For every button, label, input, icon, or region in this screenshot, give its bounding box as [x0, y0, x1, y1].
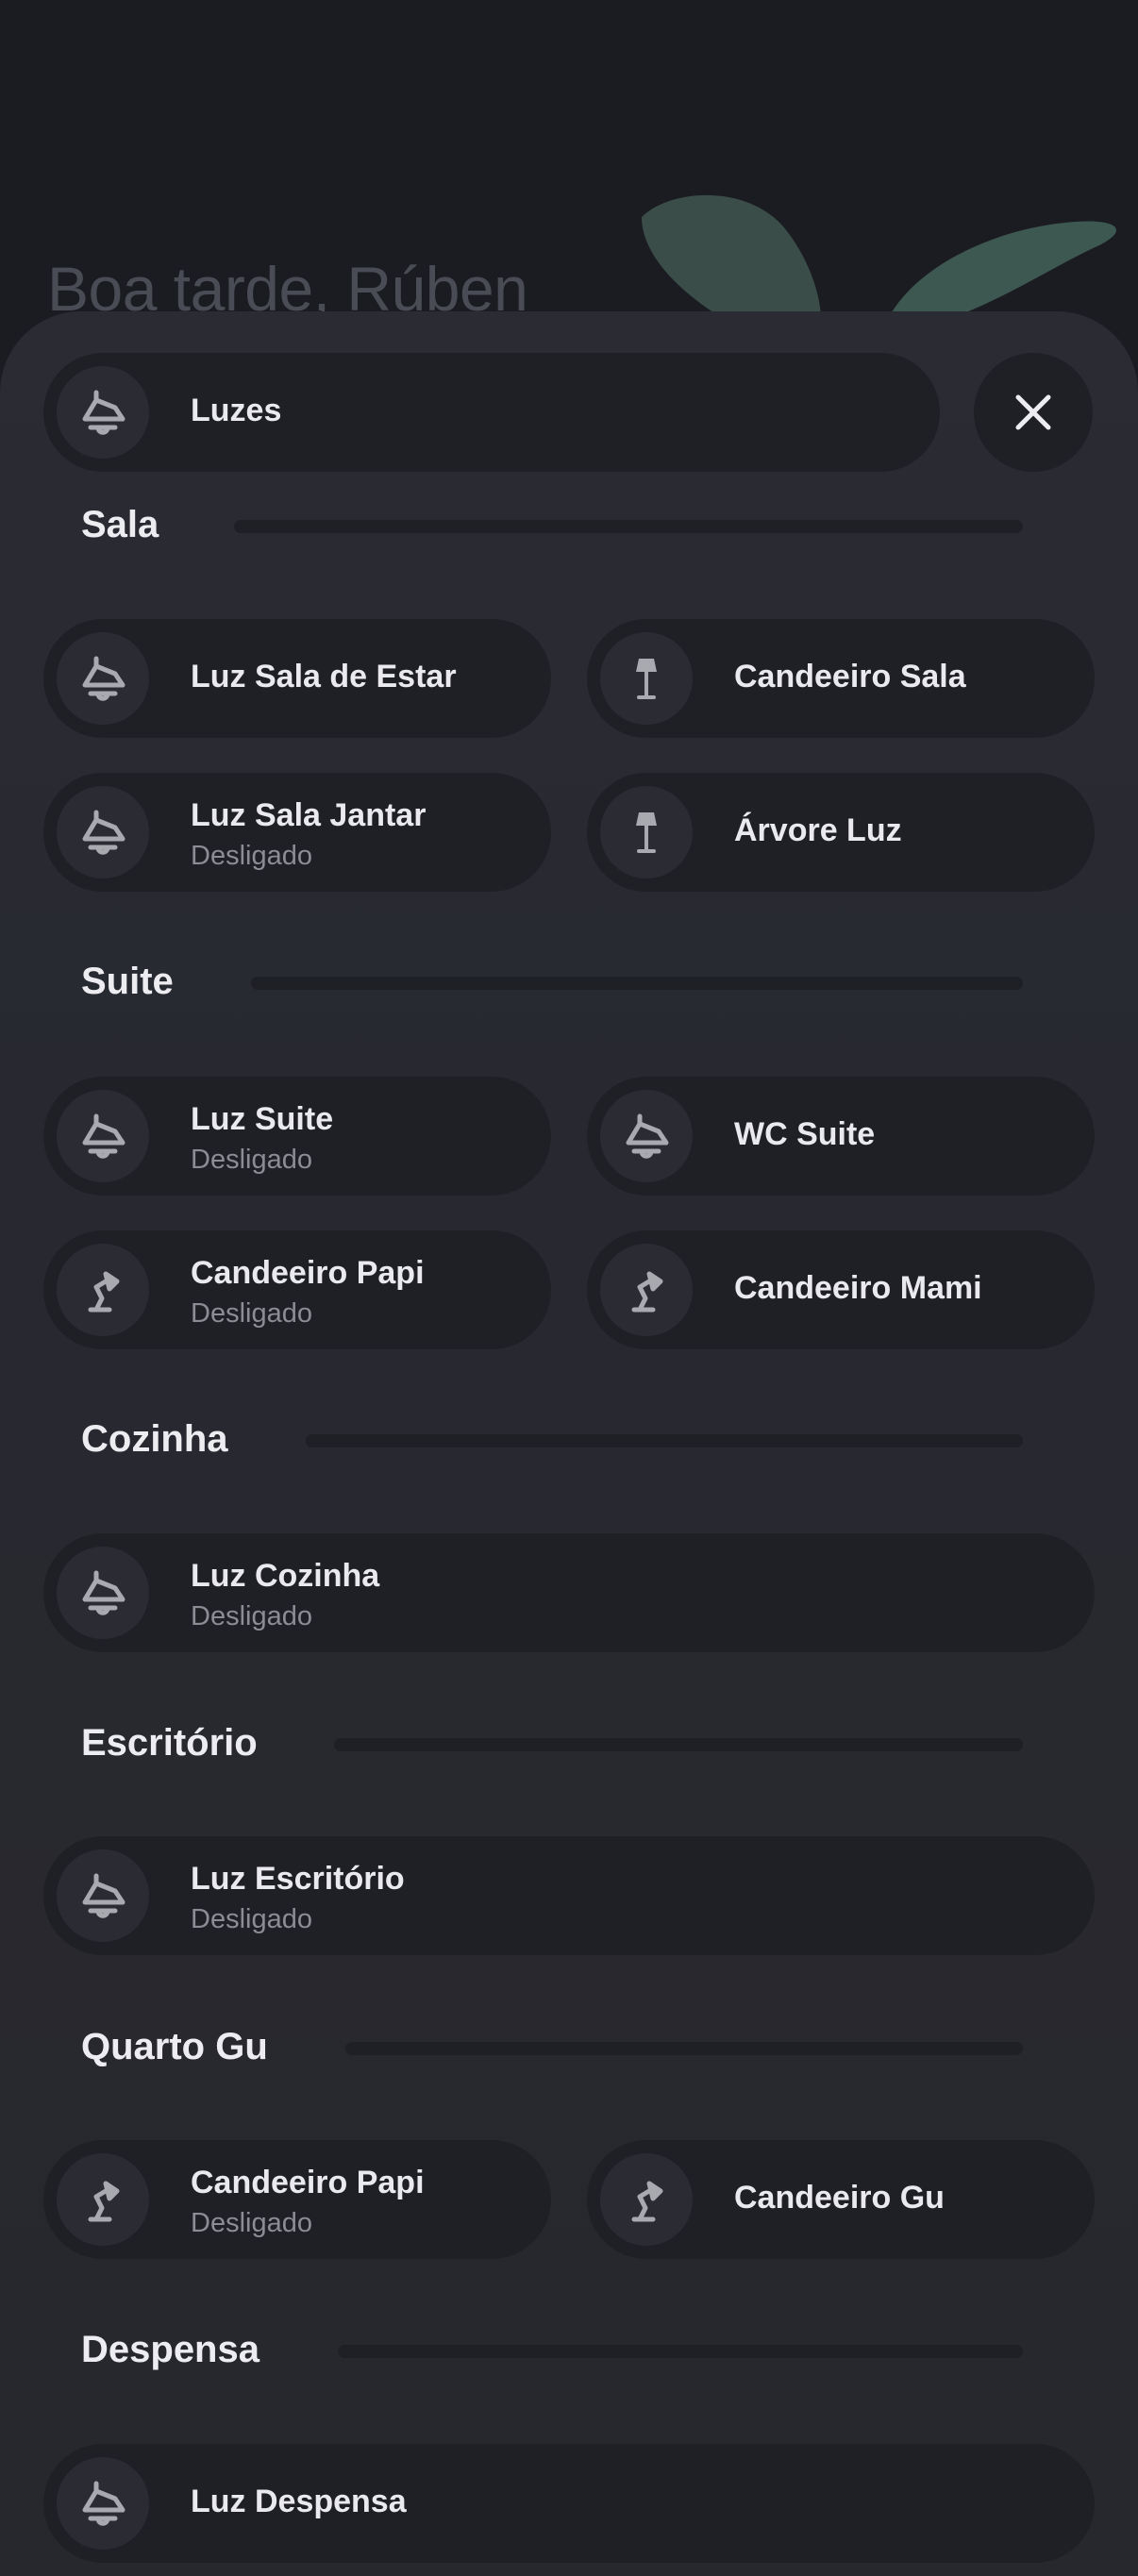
light-tile[interactable]: Luz Despensa [43, 2444, 1095, 2563]
section-divider [338, 2345, 1023, 2358]
light-tile[interactable]: Candeeiro Papi Desligado [43, 1230, 551, 1349]
section-divider [334, 1738, 1023, 1751]
close-button[interactable] [974, 353, 1093, 472]
desk-lamp-icon [600, 2153, 693, 2246]
section-title: Sala [81, 504, 159, 545]
light-tile[interactable]: Luz Escritório Desligado [43, 1836, 1095, 1955]
light-name: Candeeiro Sala [734, 659, 966, 694]
light-name: Luz Despensa [191, 2484, 407, 2519]
light-tile[interactable]: Árvore Luz [587, 773, 1095, 892]
light-tile[interactable]: Candeeiro Gu [587, 2140, 1095, 2259]
ceiling-light-icon [57, 366, 149, 459]
light-name: WC Suite [734, 1116, 876, 1152]
light-name: Luz Cozinha [191, 1558, 380, 1594]
light-tile[interactable]: Candeeiro Sala [587, 619, 1095, 738]
light-tile[interactable]: Luz Cozinha Desligado [43, 1533, 1095, 1652]
light-tile[interactable]: Candeeiro Mami [587, 1230, 1095, 1349]
floor-lamp-icon [600, 786, 693, 878]
light-tile[interactable]: Luz Suite Desligado [43, 1077, 551, 1196]
section-title: Escritório [81, 1722, 258, 1764]
lights-header-pill[interactable]: Luzes [43, 353, 940, 472]
section-divider [306, 1434, 1023, 1447]
ceiling-light-icon [57, 1849, 149, 1942]
light-name: Luz Sala de Estar [191, 659, 457, 694]
light-tile[interactable]: Candeeiro Papi Desligado [43, 2140, 551, 2259]
light-status: Desligado [191, 1298, 312, 1329]
ceiling-light-icon [57, 786, 149, 878]
section-divider [234, 520, 1023, 533]
light-tile[interactable]: WC Suite [587, 1077, 1095, 1196]
light-name: Luz Suite [191, 1101, 334, 1137]
ceiling-light-icon [600, 1090, 693, 1182]
desk-lamp-icon [57, 1244, 149, 1336]
ceiling-light-icon [57, 632, 149, 725]
light-name: Árvore Luz [734, 812, 902, 848]
light-name: Candeeiro Papi [191, 2165, 425, 2200]
section-title: Suite [81, 961, 174, 1002]
light-status: Desligado [191, 1904, 312, 1934]
header-title: Luzes [191, 393, 282, 428]
section-divider [345, 2042, 1023, 2055]
light-status: Desligado [191, 1145, 312, 1175]
ceiling-light-icon [57, 1547, 149, 1639]
light-name: Luz Escritório [191, 1861, 405, 1897]
light-name: Candeeiro Gu [734, 2180, 945, 2216]
desk-lamp-icon [57, 2153, 149, 2246]
desk-lamp-icon [600, 1244, 693, 1336]
ceiling-light-icon [57, 2457, 149, 2550]
section-title: Quarto Gu [81, 2026, 268, 2067]
section-title: Cozinha [81, 1418, 228, 1460]
light-tile[interactable]: Luz Sala Jantar Desligado [43, 773, 551, 892]
close-icon [1015, 394, 1051, 430]
light-name: Candeeiro Papi [191, 1255, 425, 1291]
light-name: Candeeiro Mami [734, 1270, 982, 1306]
light-tile[interactable]: Luz Sala de Estar [43, 619, 551, 738]
light-status: Desligado [191, 841, 312, 871]
plant-decoration [642, 194, 1117, 321]
light-name: Luz Sala Jantar [191, 797, 427, 833]
ceiling-light-icon [57, 1090, 149, 1182]
floor-lamp-icon [600, 632, 693, 725]
section-divider [251, 977, 1023, 990]
light-status: Desligado [191, 2208, 312, 2238]
section-title: Despensa [81, 2329, 259, 2370]
light-status: Desligado [191, 1601, 312, 1631]
